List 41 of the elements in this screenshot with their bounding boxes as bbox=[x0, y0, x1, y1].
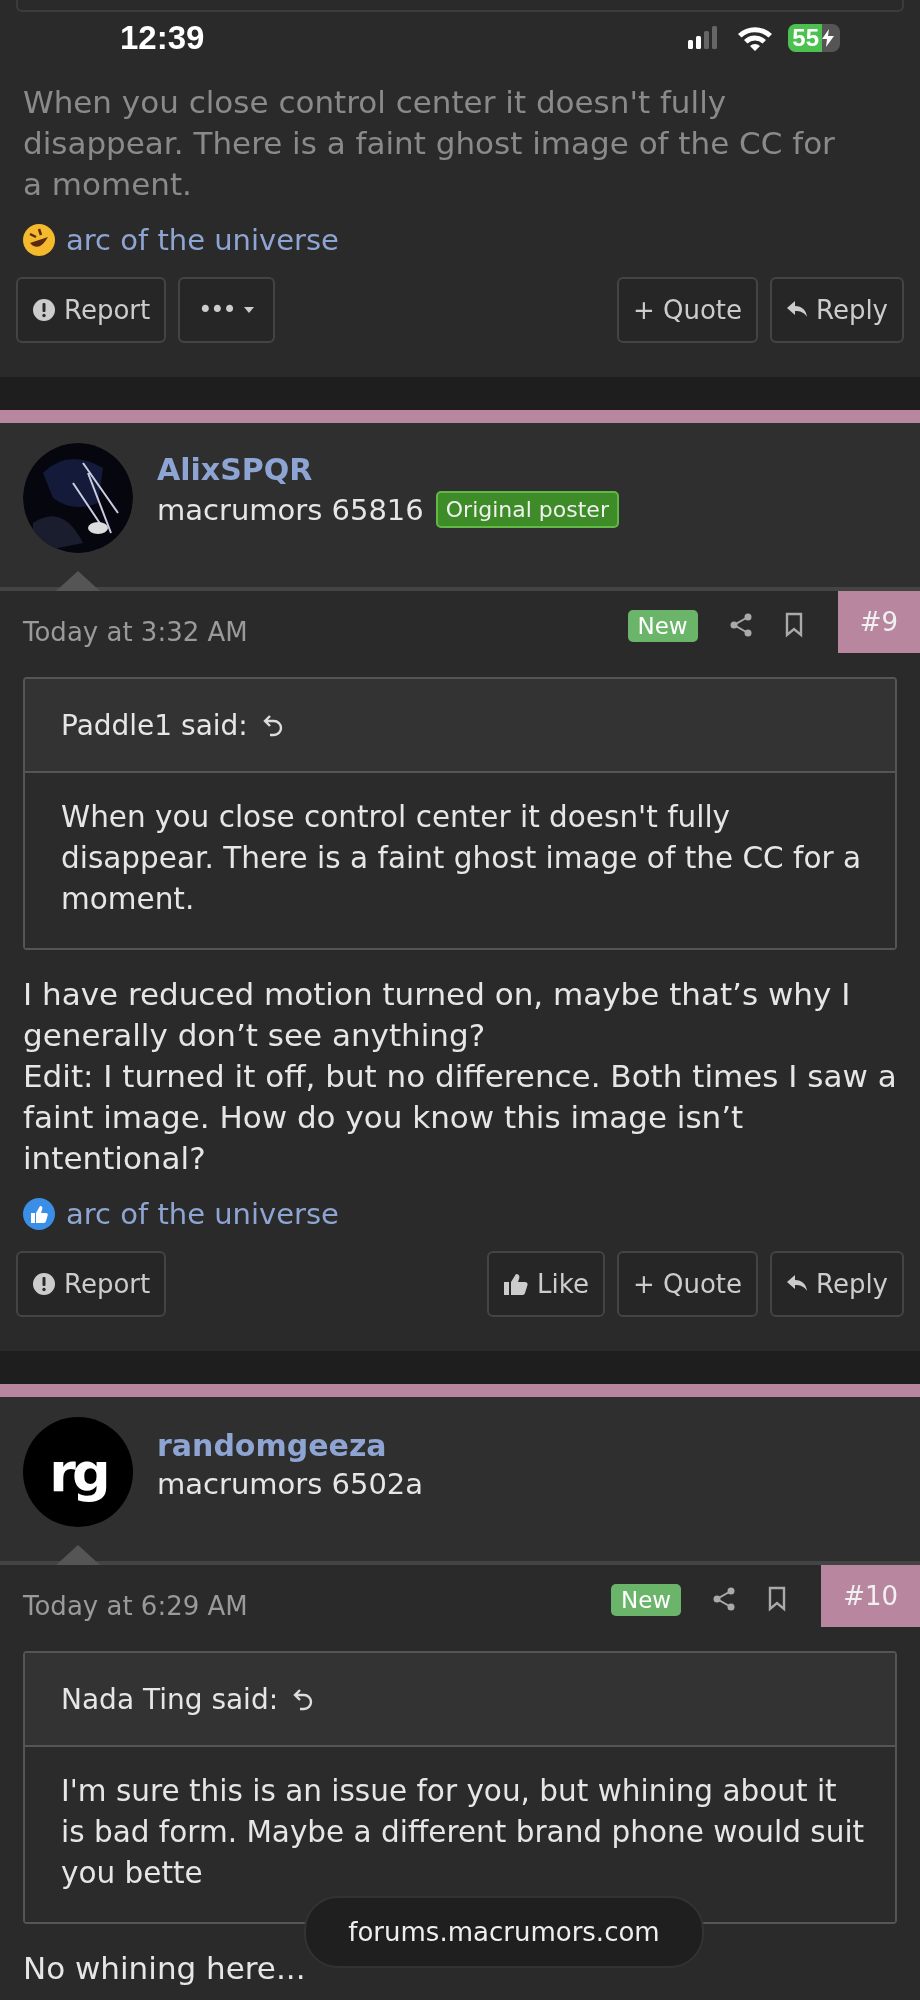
battery-icon: 55 bbox=[788, 24, 840, 52]
username-link[interactable]: randomgeeza bbox=[157, 1427, 424, 1463]
report-button[interactable]: Report bbox=[16, 1251, 167, 1317]
exclamation-icon bbox=[32, 298, 56, 322]
thumbs-up-icon bbox=[22, 1197, 56, 1231]
thumbs-up-icon bbox=[503, 1272, 530, 1296]
more-options-button[interactable]: ••• bbox=[178, 277, 275, 343]
username-link[interactable]: AlixSPQR bbox=[157, 452, 619, 487]
post-text: No whining here... bbox=[22, 1949, 307, 1988]
user-title: macrumors 6502a bbox=[157, 1466, 424, 1501]
laughing-emoji-icon bbox=[22, 223, 56, 257]
url-pill[interactable]: forums.macrumors.com bbox=[304, 1896, 704, 1968]
status-time: 12:39 bbox=[120, 19, 205, 57]
post-text: I have reduced motion turned on, maybe that’s why I generally don’t see anything? Edit: I turned it off, but no difference. Both times I saw a faint image. How do you know this image isn’t intentional? bbox=[22, 975, 898, 1178]
reply-button[interactable]: Reply bbox=[770, 1251, 904, 1317]
pointer-triangle bbox=[56, 1545, 100, 1565]
bookmark-icon[interactable] bbox=[783, 612, 804, 638]
reaction-names-link[interactable]: arc of the universe bbox=[66, 223, 339, 257]
undo-arrow-icon[interactable] bbox=[261, 713, 284, 737]
quote-author[interactable]: Paddle1 said: bbox=[61, 708, 248, 742]
post-date[interactable]: Today at 3:32 AM bbox=[23, 617, 248, 647]
avatar-logo: rg bbox=[23, 1417, 133, 1527]
caret-icon bbox=[242, 306, 255, 314]
like-button[interactable]: Like bbox=[487, 1251, 605, 1317]
new-badge: New bbox=[610, 1584, 682, 1616]
reaction-names-link[interactable]: arc of the universe bbox=[66, 1197, 339, 1231]
original-poster-badge: Original poster bbox=[435, 491, 619, 528]
undo-arrow-icon[interactable] bbox=[292, 1687, 315, 1711]
reply-button[interactable]: Reply bbox=[770, 277, 904, 343]
quote-button[interactable]: + Quote bbox=[616, 277, 758, 343]
exclamation-icon bbox=[32, 1272, 56, 1296]
user-title: macrumors 65816 bbox=[157, 492, 424, 527]
quote-button[interactable]: + Quote bbox=[616, 1251, 758, 1317]
quote-author[interactable]: Nada Ting said: bbox=[61, 1682, 279, 1716]
bookmark-icon[interactable] bbox=[767, 1586, 788, 1612]
report-button[interactable]: Report bbox=[16, 277, 167, 343]
post-text: When you close control center it doesn't fully disappear. There is a faint ghost image of the CC for a moment. bbox=[22, 83, 836, 204]
post-date[interactable]: Today at 6:29 AM bbox=[23, 1591, 248, 1621]
pointer-triangle bbox=[56, 571, 100, 591]
new-badge: New bbox=[627, 610, 698, 642]
wifi-icon bbox=[736, 24, 775, 52]
